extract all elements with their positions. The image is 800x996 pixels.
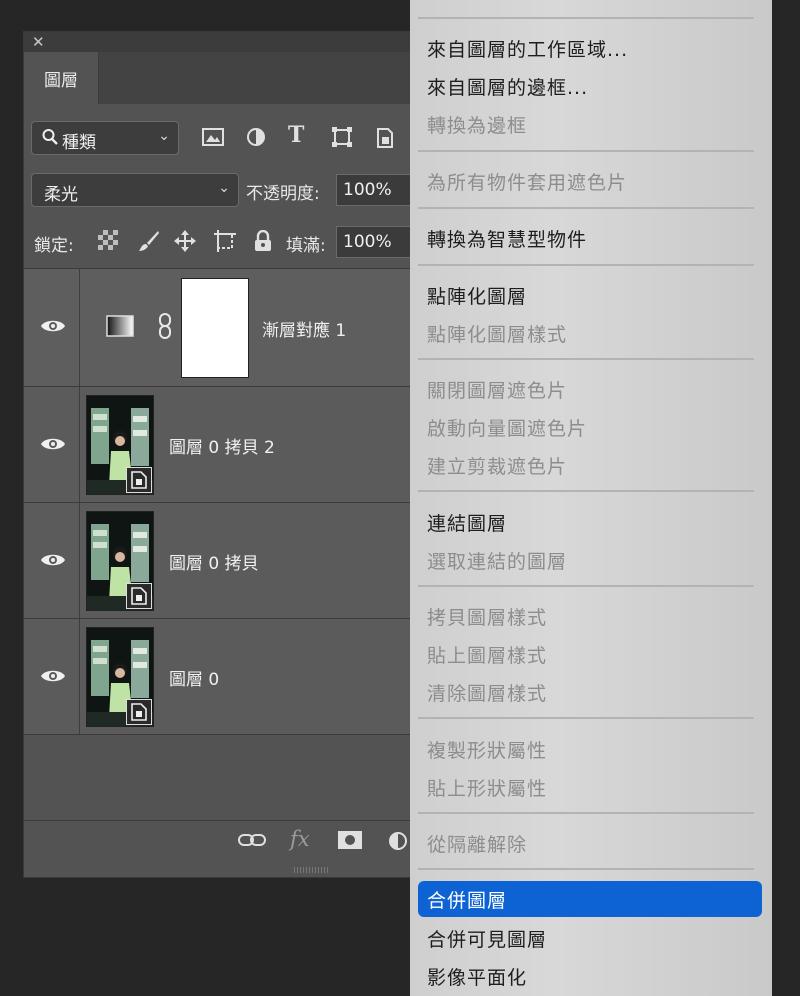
lock-artboard-icon[interactable]	[214, 230, 236, 256]
menu-item-copy-shape-attributes: 複製形狀屬性	[427, 740, 548, 762]
image-filter-icon[interactable]	[202, 127, 224, 151]
panel-footer: fx	[24, 820, 442, 865]
menu-divider	[418, 358, 754, 360]
eye-icon[interactable]	[40, 551, 66, 573]
fill-label: 填滿:	[286, 236, 326, 256]
menu-divider	[418, 17, 754, 19]
chevron-down-icon: ⌄	[218, 180, 230, 196]
layer-thumbnail[interactable]	[86, 395, 154, 495]
menu-divider	[418, 490, 754, 492]
smart-object-badge-icon	[126, 467, 152, 493]
chain-link-icon[interactable]	[158, 313, 172, 343]
type-filter-icon[interactable]: T	[288, 122, 304, 148]
lock-label: 鎖定:	[34, 236, 74, 256]
lock-position-icon[interactable]	[174, 230, 196, 256]
panel-titlebar: ✕	[24, 32, 442, 52]
divider	[24, 734, 442, 735]
gradient-map-icon	[106, 315, 134, 341]
layer-row[interactable]: 圖層 0 拷貝 2	[24, 387, 442, 502]
menu-item-select-linked-layers: 選取連結的圖層	[427, 551, 568, 573]
adjustment-filter-icon[interactable]	[246, 127, 266, 151]
menu-item-copy-layer-style: 拷貝圖層樣式	[427, 607, 548, 629]
filter-row: 種類 ⌄ T	[24, 118, 442, 158]
menu-item-convert-to-frame: 轉換為邊框	[427, 115, 528, 137]
lock-transparent-pixels-icon[interactable]	[98, 230, 118, 254]
menu-item-create-clipping-mask: 建立剪裁遮色片	[427, 456, 568, 478]
menu-item-apply-mask-all: 為所有物件套用遮色片	[427, 172, 628, 194]
menu-divider	[418, 585, 754, 587]
menu-item-rasterize-layer-style: 點陣化圖層樣式	[427, 324, 568, 346]
smart-object-badge-icon	[126, 699, 152, 725]
layer-name[interactable]: 圖層 0 拷貝	[169, 549, 259, 574]
menu-item-convert-smart-object[interactable]: 轉換為智慧型物件	[427, 225, 587, 252]
menu-item-enable-vector-mask: 啟動向量圖遮色片	[427, 418, 588, 440]
layer-row[interactable]: 圖層 0	[24, 619, 442, 734]
menu-item-release-from-isolation: 從隔離解除	[427, 834, 528, 856]
layer-name[interactable]: 漸層對應 1	[262, 316, 346, 341]
blend-mode-select[interactable]: 柔光 ⌄	[31, 173, 239, 207]
menu-divider	[418, 150, 754, 152]
menu-item-frame-from-layers[interactable]: 來自圖層的邊框...	[427, 73, 588, 100]
layer-thumbnail[interactable]	[86, 511, 154, 611]
menu-item-clear-layer-style: 清除圖層樣式	[427, 683, 548, 705]
menu-item-merge-visible[interactable]: 合併可見圖層	[427, 925, 547, 952]
tab-layers[interactable]: 圖層	[24, 52, 99, 104]
chevron-down-icon: ⌄	[158, 128, 170, 144]
menu-item-paste-shape-attributes: 貼上形狀屬性	[427, 778, 548, 800]
panel-tab-row: 圖層	[24, 52, 442, 104]
adjustment-icon[interactable]	[388, 831, 408, 855]
visibility-column	[79, 503, 80, 618]
menu-item-flatten-image[interactable]: 影像平面化	[427, 963, 527, 990]
menu-item-merge-layers-label: 合併圖層	[427, 890, 508, 912]
opacity-label: 不透明度:	[246, 184, 320, 204]
layer-name[interactable]: 圖層 0	[169, 665, 219, 690]
layer-row[interactable]: 圖層 0 拷貝	[24, 503, 442, 618]
fill-field[interactable]: 100%	[336, 226, 416, 258]
opacity-field[interactable]: 100%	[336, 174, 416, 206]
blend-mode-label: 柔光	[44, 185, 78, 205]
smart-object-badge-icon	[126, 583, 152, 609]
shape-filter-icon[interactable]	[332, 127, 352, 151]
context-menu: 來自圖層的工作區域... 來自圖層的邊框... 轉換為邊框 為所有物件套用遮色片…	[410, 0, 772, 996]
menu-item-link-layers[interactable]: 連結圖層	[427, 509, 507, 536]
filter-kind-select[interactable]: 種類 ⌄	[31, 121, 179, 155]
link-layers-icon[interactable]	[238, 831, 266, 853]
menu-divider	[418, 868, 754, 870]
filter-kind-label: 種類	[62, 133, 96, 153]
mask-icon[interactable]	[338, 831, 362, 853]
smart-object-filter-icon[interactable]	[376, 127, 394, 153]
layer-thumbnail[interactable]	[86, 627, 154, 727]
eye-icon[interactable]	[40, 435, 66, 457]
menu-divider	[418, 264, 754, 266]
menu-item-paste-layer-style: 貼上圖層樣式	[427, 645, 548, 667]
fx-icon[interactable]: fx	[290, 827, 310, 851]
close-icon[interactable]: ✕	[32, 33, 45, 51]
lock-row: 鎖定: 填滿: 100%	[24, 222, 442, 262]
eye-icon[interactable]	[40, 317, 66, 339]
layer-mask-thumbnail[interactable]	[181, 278, 249, 378]
layer-name[interactable]: 圖層 0 拷貝 2	[169, 433, 275, 458]
menu-divider	[418, 207, 754, 209]
menu-divider	[418, 717, 754, 719]
eye-icon[interactable]	[40, 667, 66, 689]
lock-all-icon[interactable]	[254, 229, 272, 256]
search-icon	[42, 128, 58, 151]
resize-grip[interactable]	[294, 867, 330, 873]
visibility-column	[79, 387, 80, 502]
layer-row[interactable]: 漸層對應 1	[24, 269, 442, 386]
visibility-column	[79, 269, 80, 386]
menu-item-rasterize-layer[interactable]: 點陣化圖層	[427, 282, 527, 309]
visibility-column	[79, 619, 80, 734]
menu-item-disable-layer-mask: 關閉圖層遮色片	[427, 380, 568, 402]
lock-image-pixels-icon[interactable]	[138, 230, 160, 256]
menu-item-artboard-from-layers[interactable]: 來自圖層的工作區域...	[427, 35, 628, 62]
menu-item-merge-layers[interactable]: 合併圖層	[418, 881, 762, 917]
layers-panel: ✕ 圖層 種類 ⌄ T 柔光 ⌄ 不透明度: 100% 鎖定: 填滿: 100%…	[23, 31, 443, 878]
menu-divider	[418, 812, 754, 814]
blend-row: 柔光 ⌄ 不透明度: 100%	[24, 170, 442, 210]
